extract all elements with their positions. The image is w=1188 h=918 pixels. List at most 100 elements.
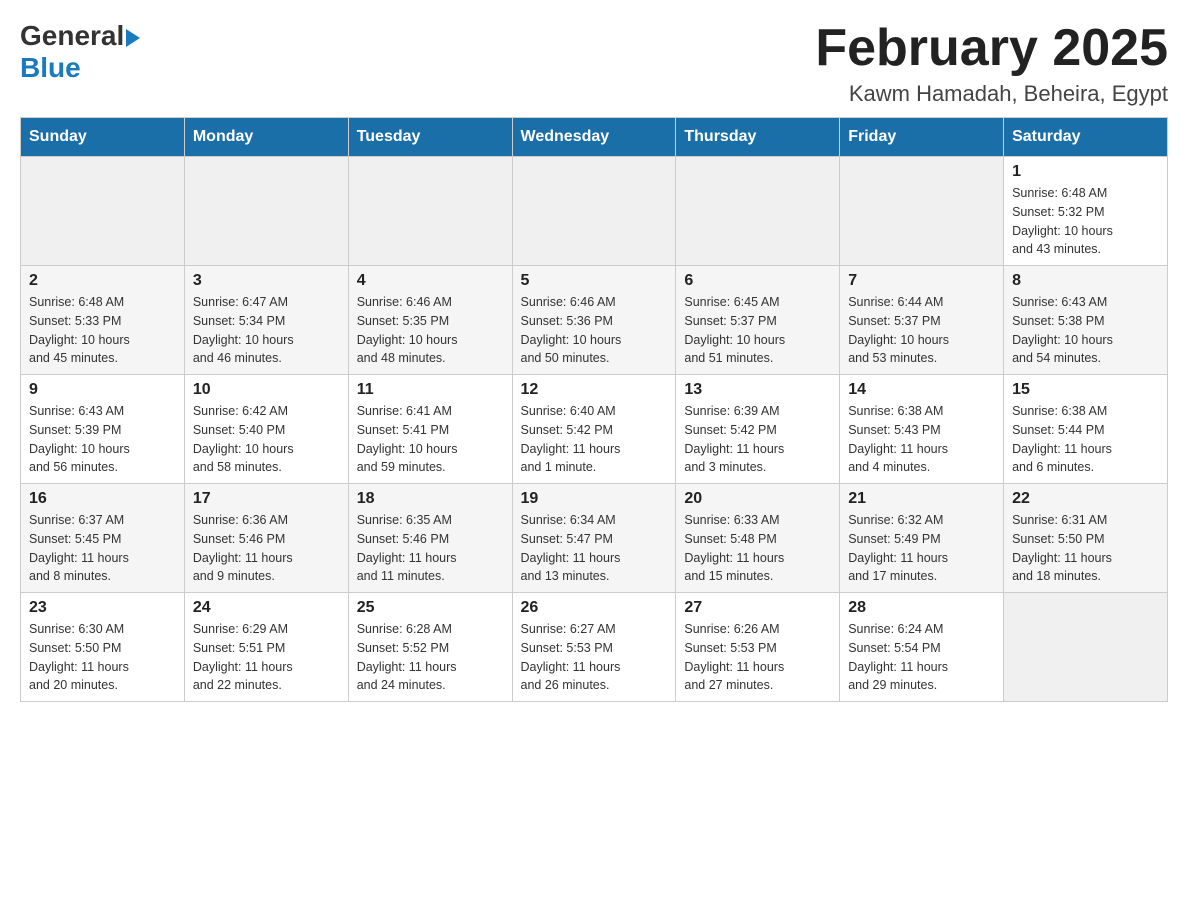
month-title: February 2025 [815,20,1168,77]
calendar-cell: 16 Sunrise: 6:37 AM Sunset: 5:45 PM Dayli… [21,484,185,593]
calendar-cell: 20 Sunrise: 6:33 AM Sunset: 5:48 PM Dayli… [676,484,840,593]
calendar-cell: 28 Sunrise: 6:24 AM Sunset: 5:54 PM Dayli… [840,593,1004,702]
day-info: Sunrise: 6:44 AM Sunset: 5:37 PM Dayligh… [848,293,995,368]
day-number: 14 [848,381,995,399]
calendar-cell [512,157,676,266]
day-info: Sunrise: 6:32 AM Sunset: 5:49 PM Dayligh… [848,511,995,586]
calendar-cell: 6Sunrise: 6:45 AM Sunset: 5:37 PM Daylig… [676,266,840,375]
day-number: 23 [29,599,176,617]
day-number: 11 [357,381,504,399]
day-info: Sunrise: 6:39 AM Sunset: 5:42 PM Dayligh… [684,402,831,477]
calendar-cell: 12 Sunrise: 6:40 AM Sunset: 5:42 PM Dayli… [512,375,676,484]
calendar-cell: 17 Sunrise: 6:36 AM Sunset: 5:46 PM Dayli… [184,484,348,593]
day-info: Sunrise: 6:24 AM Sunset: 5:54 PM Dayligh… [848,620,995,695]
day-number: 8 [1012,272,1159,290]
calendar-cell: 1 Sunrise: 6:48 AM Sunset: 5:32 PM Daylig… [1004,157,1168,266]
calendar-cell [184,157,348,266]
day-info: Sunrise: 6:27 AM Sunset: 5:53 PM Dayligh… [521,620,668,695]
location-text: Kawm Hamadah, Beheira, Egypt [815,81,1168,107]
calendar-cell: 4Sunrise: 6:46 AM Sunset: 5:35 PM Daylig… [348,266,512,375]
calendar-cell: 5 Sunrise: 6:46 AM Sunset: 5:36 PM Daylig… [512,266,676,375]
day-number: 2 [29,272,176,290]
day-number: 1 [1012,163,1159,181]
day-number: 20 [684,490,831,508]
weekday-header-thursday: Thursday [676,118,840,157]
day-info: Sunrise: 6:37 AM Sunset: 5:45 PM Dayligh… [29,511,176,586]
calendar-cell: 26Sunrise: 6:27 AM Sunset: 5:53 PM Dayli… [512,593,676,702]
logo-general-text: General [20,20,124,52]
day-info: Sunrise: 6:40 AM Sunset: 5:42 PM Dayligh… [521,402,668,477]
day-info: Sunrise: 6:26 AM Sunset: 5:53 PM Dayligh… [684,620,831,695]
day-number: 25 [357,599,504,617]
day-info: Sunrise: 6:42 AM Sunset: 5:40 PM Dayligh… [193,402,340,477]
calendar-week-row: 2 Sunrise: 6:48 AM Sunset: 5:33 PM Daylig… [21,266,1168,375]
calendar-cell [348,157,512,266]
day-info: Sunrise: 6:34 AM Sunset: 5:47 PM Dayligh… [521,511,668,586]
logo-blue-text: Blue [20,52,81,84]
day-info: Sunrise: 6:41 AM Sunset: 5:41 PM Dayligh… [357,402,504,477]
calendar-table: SundayMondayTuesdayWednesdayThursdayFrid… [20,117,1168,702]
page-header: General Blue February 2025 Kawm Hamadah,… [20,20,1168,107]
day-number: 28 [848,599,995,617]
day-info: Sunrise: 6:31 AM Sunset: 5:50 PM Dayligh… [1012,511,1159,586]
calendar-cell: 19 Sunrise: 6:34 AM Sunset: 5:47 PM Dayli… [512,484,676,593]
logo-arrow-icon [126,29,140,47]
weekday-header-wednesday: Wednesday [512,118,676,157]
calendar-cell: 15 Sunrise: 6:38 AM Sunset: 5:44 PM Dayli… [1004,375,1168,484]
day-info: Sunrise: 6:47 AM Sunset: 5:34 PM Dayligh… [193,293,340,368]
calendar-week-row: 16 Sunrise: 6:37 AM Sunset: 5:45 PM Dayli… [21,484,1168,593]
day-info: Sunrise: 6:46 AM Sunset: 5:35 PM Dayligh… [357,293,504,368]
day-info: Sunrise: 6:48 AM Sunset: 5:32 PM Dayligh… [1012,184,1159,259]
calendar-cell: 24Sunrise: 6:29 AM Sunset: 5:51 PM Dayli… [184,593,348,702]
weekday-header-row: SundayMondayTuesdayWednesdayThursdayFrid… [21,118,1168,157]
calendar-week-row: 9 Sunrise: 6:43 AM Sunset: 5:39 PM Daylig… [21,375,1168,484]
calendar-cell: 9 Sunrise: 6:43 AM Sunset: 5:39 PM Daylig… [21,375,185,484]
day-number: 16 [29,490,176,508]
day-number: 19 [521,490,668,508]
day-info: Sunrise: 6:43 AM Sunset: 5:39 PM Dayligh… [29,402,176,477]
weekday-header-monday: Monday [184,118,348,157]
day-info: Sunrise: 6:46 AM Sunset: 5:36 PM Dayligh… [521,293,668,368]
calendar-week-row: 1 Sunrise: 6:48 AM Sunset: 5:32 PM Daylig… [21,157,1168,266]
day-number: 15 [1012,381,1159,399]
calendar-cell: 7 Sunrise: 6:44 AM Sunset: 5:37 PM Daylig… [840,266,1004,375]
day-info: Sunrise: 6:48 AM Sunset: 5:33 PM Dayligh… [29,293,176,368]
day-info: Sunrise: 6:36 AM Sunset: 5:46 PM Dayligh… [193,511,340,586]
calendar-cell: 27 Sunrise: 6:26 AM Sunset: 5:53 PM Dayli… [676,593,840,702]
day-number: 27 [684,599,831,617]
weekday-header-saturday: Saturday [1004,118,1168,157]
day-number: 21 [848,490,995,508]
title-section: February 2025 Kawm Hamadah, Beheira, Egy… [815,20,1168,107]
calendar-cell: 10Sunrise: 6:42 AM Sunset: 5:40 PM Dayli… [184,375,348,484]
calendar-cell: 21 Sunrise: 6:32 AM Sunset: 5:49 PM Dayli… [840,484,1004,593]
calendar-cell: 14Sunrise: 6:38 AM Sunset: 5:43 PM Dayli… [840,375,1004,484]
calendar-cell: 8Sunrise: 6:43 AM Sunset: 5:38 PM Daylig… [1004,266,1168,375]
day-number: 5 [521,272,668,290]
calendar-cell: 18Sunrise: 6:35 AM Sunset: 5:46 PM Dayli… [348,484,512,593]
day-info: Sunrise: 6:38 AM Sunset: 5:44 PM Dayligh… [1012,402,1159,477]
calendar-cell [21,157,185,266]
calendar-cell [676,157,840,266]
calendar-cell: 23 Sunrise: 6:30 AM Sunset: 5:50 PM Dayli… [21,593,185,702]
weekday-header-tuesday: Tuesday [348,118,512,157]
day-number: 24 [193,599,340,617]
calendar-cell: 22Sunrise: 6:31 AM Sunset: 5:50 PM Dayli… [1004,484,1168,593]
calendar-cell [840,157,1004,266]
day-info: Sunrise: 6:33 AM Sunset: 5:48 PM Dayligh… [684,511,831,586]
day-number: 3 [193,272,340,290]
calendar-cell: 13 Sunrise: 6:39 AM Sunset: 5:42 PM Dayli… [676,375,840,484]
day-number: 9 [29,381,176,399]
day-number: 17 [193,490,340,508]
day-number: 6 [684,272,831,290]
day-number: 7 [848,272,995,290]
calendar-cell [1004,593,1168,702]
day-info: Sunrise: 6:30 AM Sunset: 5:50 PM Dayligh… [29,620,176,695]
calendar-cell: 11 Sunrise: 6:41 AM Sunset: 5:41 PM Dayli… [348,375,512,484]
day-number: 18 [357,490,504,508]
weekday-header-friday: Friday [840,118,1004,157]
day-number: 12 [521,381,668,399]
calendar-week-row: 23 Sunrise: 6:30 AM Sunset: 5:50 PM Dayli… [21,593,1168,702]
calendar-cell: 25 Sunrise: 6:28 AM Sunset: 5:52 PM Dayli… [348,593,512,702]
day-number: 13 [684,381,831,399]
day-info: Sunrise: 6:28 AM Sunset: 5:52 PM Dayligh… [357,620,504,695]
